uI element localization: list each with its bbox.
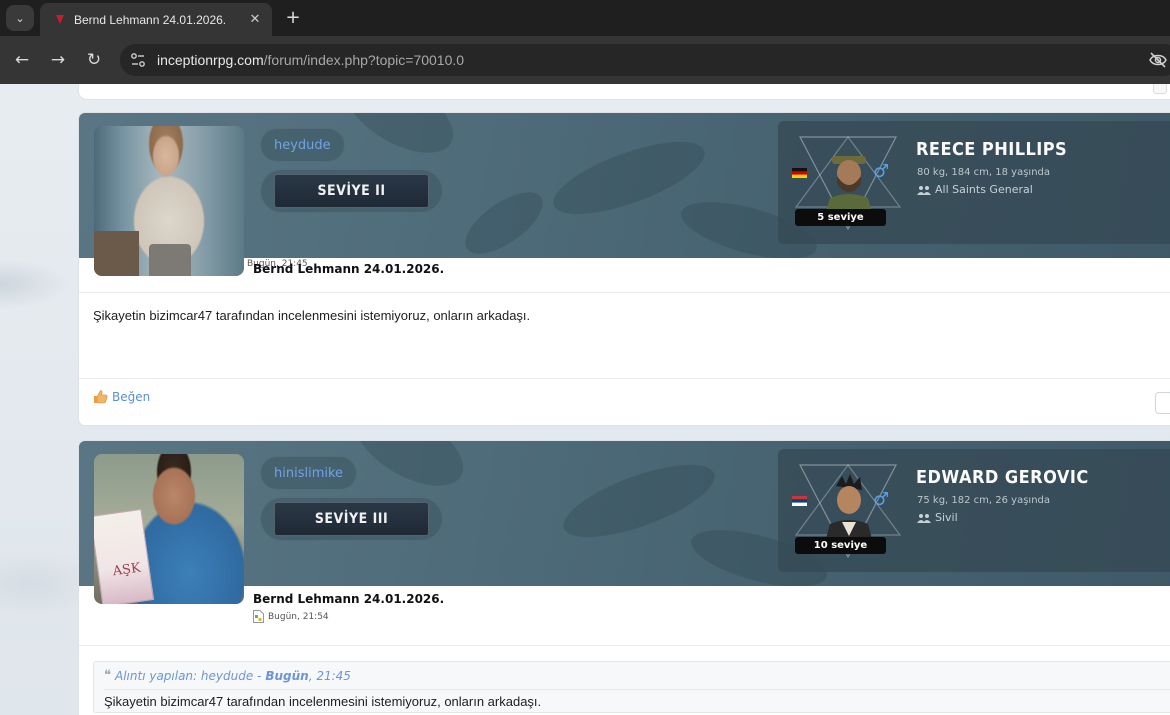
- tab-title: Bernd Lehmann 24.01.2026.: [74, 12, 227, 27]
- flag-serbia-icon: [792, 496, 807, 506]
- post-options-button[interactable]: [1153, 84, 1167, 94]
- faction-name: All Saints General: [935, 183, 1033, 196]
- url-path: /forum/index.php?topic=70010.0: [263, 52, 465, 68]
- character-stats: 75 kg, 182 cm, 26 yaşında: [917, 495, 1051, 506]
- tab-search-button[interactable]: ⌄: [6, 5, 34, 31]
- user-avatar[interactable]: [94, 126, 244, 276]
- address-bar[interactable]: inceptionrpg.com/forum/index.php?topic=7…: [120, 44, 1170, 76]
- character-panel[interactable]: ♂ 5 seviye REECE PHILLIPS 80 kg, 184 cm,…: [778, 121, 1170, 244]
- site-favicon-icon: [54, 14, 66, 26]
- character-level-tag: 5 seviye: [795, 209, 886, 226]
- faction-name: Sivil: [935, 511, 958, 524]
- like-label: Beğen: [112, 389, 151, 404]
- document-icon: [253, 610, 264, 623]
- new-tab-button[interactable]: +: [282, 6, 304, 28]
- post-title[interactable]: Bernd Lehmann 24.01.2026.: [253, 592, 444, 606]
- url-text[interactable]: inceptionrpg.com/forum/index.php?topic=7…: [157, 52, 464, 68]
- username-text: hinislimike: [274, 465, 344, 481]
- male-gender-icon: ♂: [873, 489, 890, 510]
- level-badge: SEVİYE II: [260, 169, 443, 213]
- post-divider: [79, 378, 1170, 379]
- character-name[interactable]: REECE PHILLIPS: [916, 139, 1067, 160]
- flag-germany-icon: [792, 168, 807, 178]
- quote-date-link[interactable]: Bugün: [265, 669, 308, 683]
- quote-icon: ❝: [104, 668, 111, 683]
- post-title[interactable]: Bernd Lehmann 24.01.2026.: [253, 262, 444, 276]
- username-text: heydude: [274, 137, 331, 153]
- site-settings-icon[interactable]: [130, 52, 146, 68]
- forum-post: heydude SEVİYE II ♂ 5 seviye REECE PHILL…: [79, 113, 1170, 425]
- forward-arrow-icon[interactable]: →: [46, 48, 70, 72]
- post-date: Bugün, 21:54: [253, 610, 329, 623]
- post-date-text: Bugün, 21:54: [268, 611, 329, 622]
- eye-off-icon[interactable]: [1148, 51, 1168, 69]
- forum-post: hinislimike SEVİYE III ♂ 10 seviye EDWAR…: [79, 441, 1170, 715]
- post-action-button[interactable]: [1155, 392, 1170, 414]
- previous-post-card: [79, 84, 1170, 99]
- character-level-tag: 10 seviye: [795, 537, 886, 554]
- character-stats: 80 kg, 184 cm, 18 yaşında: [917, 167, 1051, 178]
- level-badge: SEVİYE III: [260, 497, 443, 541]
- quote-block: ❝ Alıntı yapılan: heydude - Bugün, 21:45…: [93, 661, 1170, 713]
- thumbs-up-icon: [94, 390, 108, 404]
- male-gender-icon: ♂: [873, 161, 890, 182]
- browser-tab-bar: ⌄ Bernd Lehmann 24.01.2026. ✕ +: [0, 0, 1170, 36]
- close-tab-icon[interactable]: ✕: [246, 11, 264, 29]
- quote-header: ❝ Alıntı yapılan: heydude - Bugün, 21:45: [104, 668, 351, 683]
- character-name[interactable]: EDWARD GEROVIC: [916, 467, 1089, 488]
- quote-time: , 21:45: [308, 668, 351, 683]
- browser-toolbar: ← → ↻ inceptionrpg.com/forum/index.php?t…: [0, 36, 1170, 84]
- level-label: SEVİYE III: [274, 502, 429, 536]
- post-divider: [79, 645, 1170, 646]
- quote-body: Şikayetin bizimcar47 tarafından incelenm…: [104, 689, 1170, 711]
- character-panel[interactable]: ♂ 10 seviye EDWARD GEROVIC 75 kg, 182 cm…: [778, 449, 1170, 572]
- browser-tab[interactable]: Bernd Lehmann 24.01.2026. ✕: [40, 3, 272, 36]
- reload-icon[interactable]: ↻: [82, 48, 106, 72]
- post-body: Şikayetin bizimcar47 tarafından incelenm…: [93, 308, 531, 323]
- users-group-icon: [917, 513, 931, 523]
- username-link[interactable]: heydude: [260, 128, 345, 162]
- back-arrow-icon[interactable]: ←: [10, 48, 34, 72]
- quote-prefix: Alıntı yapılan: heydude -: [115, 668, 262, 683]
- character-faction: All Saints General: [917, 183, 1033, 196]
- username-link[interactable]: hinislimike: [260, 456, 358, 490]
- character-portrait: [824, 156, 874, 218]
- character-faction: Sivil: [917, 511, 958, 524]
- users-group-icon: [917, 185, 931, 195]
- url-host: inceptionrpg.com: [157, 52, 264, 68]
- user-avatar[interactable]: AŞK: [94, 454, 244, 604]
- forum-page: heydude SEVİYE II ♂ 5 seviye REECE PHILL…: [0, 84, 1170, 715]
- level-label: SEVİYE II: [274, 174, 429, 208]
- post-divider: [79, 292, 1170, 293]
- like-button[interactable]: Beğen: [93, 389, 150, 404]
- character-portrait: [824, 474, 874, 546]
